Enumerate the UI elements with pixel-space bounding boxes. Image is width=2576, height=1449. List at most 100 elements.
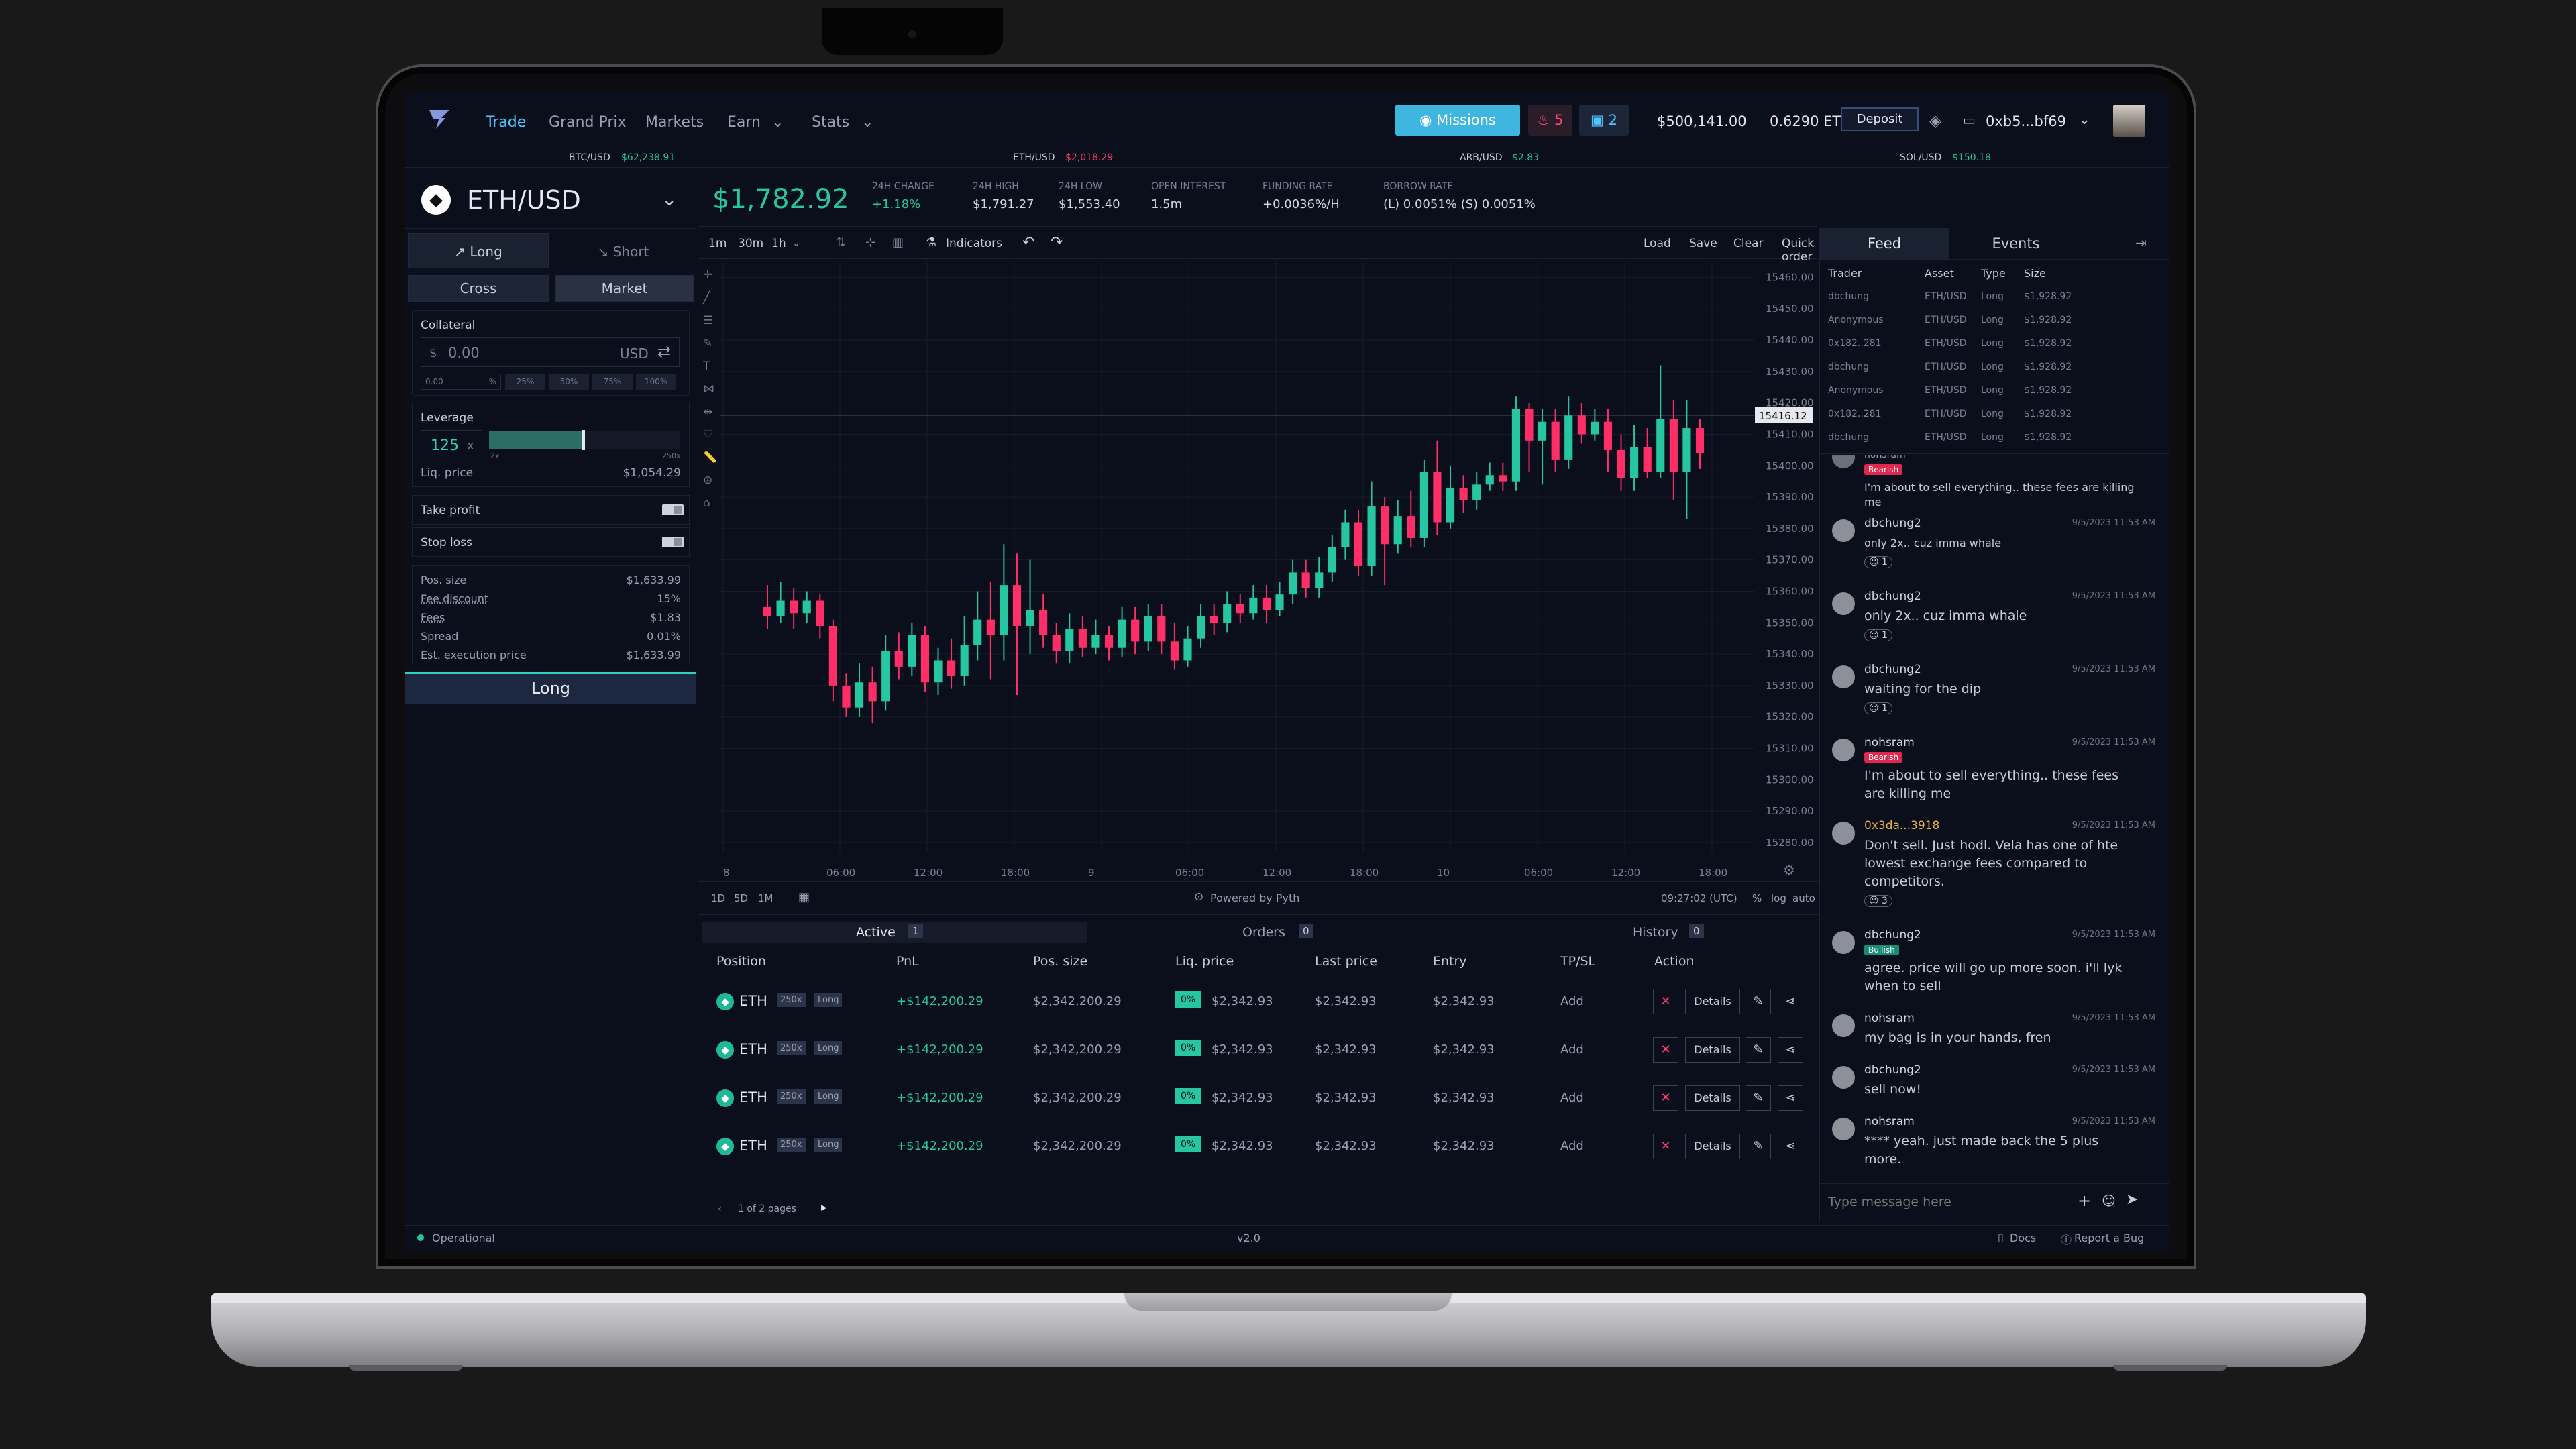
indicators-icon[interactable]: ⚗ — [926, 235, 936, 250]
crosshair-icon[interactable]: ✛ — [703, 268, 712, 282]
auto-scale[interactable]: auto — [1792, 892, 1815, 904]
tab-feed[interactable]: Feed — [1820, 228, 1949, 259]
range-1m[interactable]: 1M — [758, 892, 773, 904]
avatar[interactable] — [2113, 105, 2145, 137]
calendar-icon[interactable]: ▦ — [798, 890, 810, 904]
nav-stats[interactable]: Stats — [812, 114, 849, 131]
leverage-thumb[interactable] — [582, 430, 585, 450]
share-icon[interactable]: ⋖ — [1778, 1134, 1803, 1159]
swap-icon[interactable]: ⇄ — [657, 342, 671, 361]
edit-icon[interactable]: ✎ — [1746, 1037, 1771, 1063]
brush-icon[interactable]: ✎ — [703, 337, 712, 350]
trend-line-icon[interactable]: ╱ — [703, 291, 710, 305]
text-icon[interactable]: T — [703, 360, 710, 373]
interval-dropdown-icon[interactable]: ⌄ — [792, 236, 801, 250]
chevron-down-icon[interactable]: ⌄ — [2078, 111, 2090, 128]
percent-scale[interactable]: % — [1752, 892, 1762, 904]
lock-icon[interactable]: ⌂ — [703, 496, 710, 510]
interval-1h[interactable]: 1h — [771, 237, 786, 250]
positions-tab-active[interactable]: Active — [856, 925, 896, 940]
measure-icon[interactable]: ⇹ — [703, 405, 712, 419]
chevron-down-icon[interactable]: ⌄ — [771, 114, 784, 131]
heart-icon[interactable]: ♡ — [703, 428, 713, 441]
price-chart[interactable]: 15460.0015450.0015440.0015430.0015420.00… — [720, 262, 1818, 880]
ticker-pair[interactable]: SOL/USD — [1900, 152, 1941, 163]
cross-button[interactable]: Cross — [408, 275, 549, 302]
leverage-input[interactable]: 125 x — [421, 430, 482, 458]
reaction-chip[interactable]: ☺ 1 — [1864, 702, 1892, 714]
submit-long-button[interactable]: Long — [405, 672, 696, 704]
zoom-icon[interactable]: ⊕ — [703, 474, 712, 487]
app-logo-icon[interactable] — [428, 107, 451, 130]
compare-icon[interactable]: ⊹ — [865, 235, 875, 250]
share-icon[interactable]: ⋖ — [1778, 1037, 1803, 1063]
reaction-chip[interactable]: ☺ 3 — [1864, 895, 1892, 907]
nav-grand-prix[interactable]: Grand Prix — [549, 114, 627, 131]
ticker-pair[interactable]: ETH/USD — [1013, 152, 1055, 163]
close-position-button[interactable]: ✕ — [1653, 1085, 1678, 1111]
details-button[interactable]: Details — [1685, 1085, 1740, 1111]
fib-icon[interactable]: ☰ — [703, 314, 713, 327]
interval-1m[interactable]: 1m — [708, 237, 727, 250]
percent-option-button[interactable]: 100% — [636, 374, 676, 390]
tpsl-add-link[interactable]: Add — [1560, 994, 1584, 1008]
deposit-button[interactable]: Deposit — [1841, 107, 1919, 131]
percent-option-button[interactable]: 75% — [592, 374, 633, 390]
chart-settings-icon[interactable]: ⚙ — [1783, 862, 1795, 878]
close-position-button[interactable]: ✕ — [1653, 1037, 1678, 1063]
missions-button[interactable]: ◉ Missions — [1395, 105, 1520, 136]
chevron-down-icon[interactable]: ⌄ — [661, 188, 677, 210]
redo-icon[interactable]: ↷ — [1051, 234, 1063, 251]
wallet-address[interactable]: 0xb5...bf69 — [1986, 113, 2066, 129]
chat-input[interactable] — [1828, 1189, 2070, 1216]
log-scale[interactable]: log — [1771, 892, 1786, 904]
details-button[interactable]: Details — [1685, 1134, 1740, 1159]
positions-tab-orders[interactable]: Orders — [1242, 925, 1285, 940]
edit-icon[interactable]: ✎ — [1746, 989, 1771, 1014]
nav-earn[interactable]: Earn — [727, 114, 761, 131]
edit-icon[interactable]: ✎ — [1746, 1134, 1771, 1159]
percent-option-button[interactable]: 50% — [549, 374, 589, 390]
chart-load-button[interactable]: Load — [1644, 237, 1671, 250]
network-icon[interactable]: ◈ — [1929, 111, 1941, 130]
close-position-button[interactable]: ✕ — [1653, 1134, 1678, 1159]
chart-save-button[interactable]: Save — [1689, 237, 1717, 250]
percent-option-button[interactable]: 25% — [505, 374, 545, 390]
prev-page-icon[interactable]: ‹ — [718, 1202, 722, 1214]
collapse-panel-icon[interactable]: ⇥ — [2135, 235, 2147, 251]
bar-chart-icon[interactable]: ▥ — [892, 235, 904, 250]
short-tab[interactable]: ↘ Short — [553, 233, 694, 268]
collateral-input[interactable]: $ 0.00 USD ⇄ — [421, 337, 680, 367]
docs-link[interactable]: Docs — [2010, 1232, 2036, 1244]
chart-clear-button[interactable]: Clear — [1733, 237, 1763, 250]
range-5d[interactable]: 5D — [734, 892, 748, 904]
tpsl-add-link[interactable]: Add — [1560, 1042, 1584, 1057]
details-button[interactable]: Details — [1685, 989, 1740, 1014]
long-tab[interactable]: ↗ Long — [408, 233, 549, 268]
reaction-chip[interactable]: ☺ 1 — [1864, 556, 1892, 568]
ticker-pair[interactable]: BTC/USD — [569, 152, 610, 163]
send-icon[interactable]: ➤ — [2126, 1191, 2138, 1208]
stop-loss-toggle[interactable] — [662, 537, 684, 547]
pair-selector[interactable]: ETH/USD — [467, 185, 581, 215]
ruler-icon[interactable]: 📏 — [703, 451, 717, 464]
indicators-button[interactable]: Indicators — [946, 237, 1002, 250]
reaction-chip[interactable]: ☺ 1 — [1864, 629, 1892, 641]
range-1d[interactable]: 1D — [711, 892, 725, 904]
emoji-icon[interactable]: ☺ — [2102, 1193, 2116, 1209]
interval-30m[interactable]: 30m — [738, 237, 763, 250]
tab-events[interactable]: Events — [1951, 228, 2080, 259]
take-profit-toggle[interactable] — [662, 504, 684, 515]
report-bug-link[interactable]: Report a Bug — [2074, 1232, 2144, 1244]
leverage-slider[interactable] — [489, 430, 680, 450]
nav-markets[interactable]: Markets — [645, 114, 704, 131]
close-position-button[interactable]: ✕ — [1653, 989, 1678, 1014]
tpsl-add-link[interactable]: Add — [1560, 1139, 1584, 1153]
ticker-pair[interactable]: ARB/USD — [1460, 152, 1503, 163]
market-button[interactable]: Market — [555, 275, 694, 302]
fire-streak-button[interactable]: ♨ 5 — [1528, 105, 1572, 136]
undo-icon[interactable]: ↶ — [1022, 234, 1034, 251]
share-icon[interactable]: ⋖ — [1778, 989, 1803, 1014]
next-page-icon[interactable]: ▸ — [821, 1201, 827, 1214]
add-icon[interactable]: + — [2078, 1191, 2091, 1210]
